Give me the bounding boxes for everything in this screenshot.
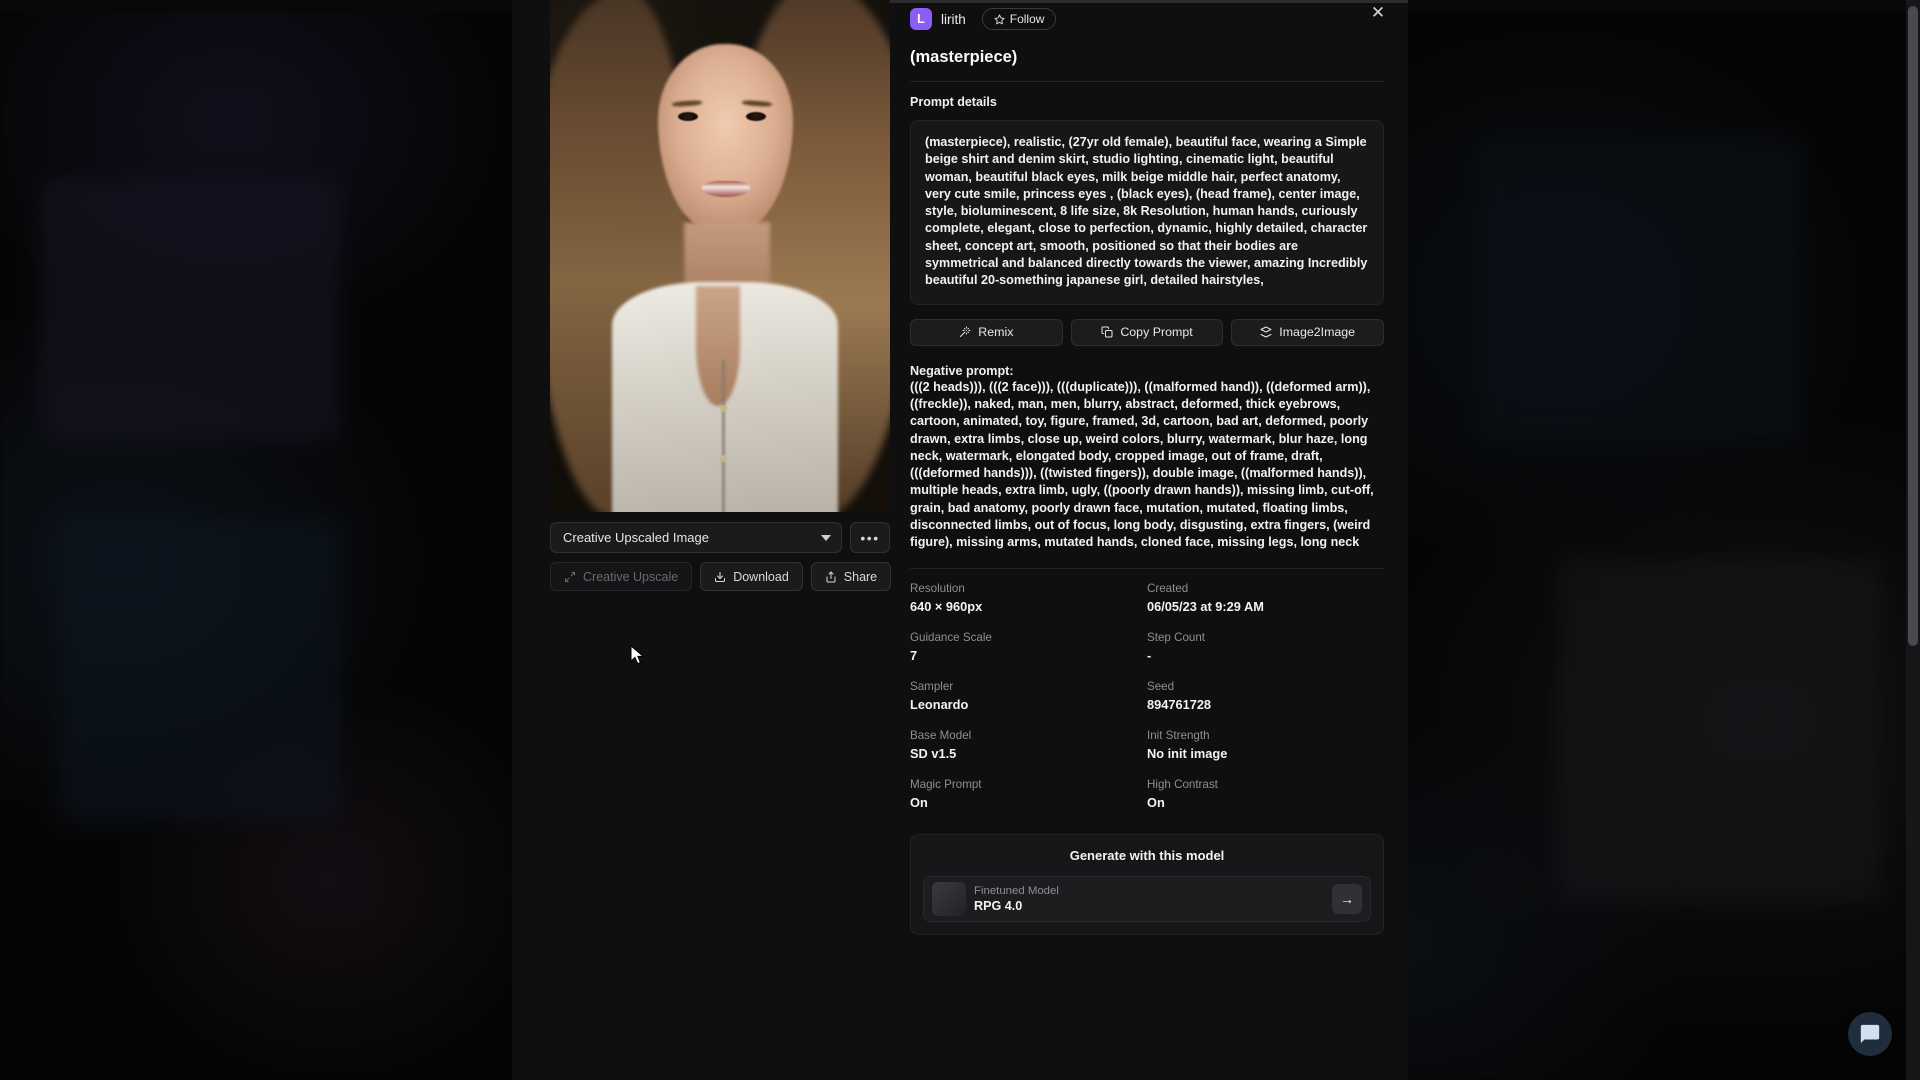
metadata-key: Magic Prompt [910,777,982,791]
follow-label: Follow [1009,12,1045,26]
metadata-key: Init Strength [1147,728,1210,742]
metadata-value: 640 × 960px [910,598,983,614]
prompt-actions: Remix Copy Prompt Image2Image [910,318,1385,346]
download-button[interactable]: Download [700,562,803,591]
mouth [702,181,750,197]
details-panel: ✕ L lirith Follow (masterpiece) Prompt d… [890,0,1408,1080]
metadata-item: Seed 894761728 [1147,680,1384,729]
metadata-item: Init Strength No init image [1147,729,1384,778]
creator-row: L lirith Follow [910,0,1384,32]
model-thumbnail [932,881,966,916]
share-icon [826,571,836,582]
negative-prompt-label: Negative prompt: [910,363,1014,378]
shirt-placket [722,360,725,512]
generate-with-model-card: Generate with this model Finetuned Model… [910,833,1384,935]
remix-label: Remix [978,325,1014,340]
eye-right [746,112,766,121]
metadata-key: Seed [1147,679,1175,693]
image2image-button[interactable]: Image2Image [1231,318,1385,346]
image-detail-modal: Creative Upscaled Image ••• Creative Ups… [512,0,1408,1080]
prompt-box[interactable]: (masterpiece), realistic, (27yr old fema… [910,120,1384,305]
metadata-item: Base Model SD v1.5 [910,729,1147,778]
metadata-value: SD v1.5 [910,745,957,761]
support-chat-button[interactable] [1848,1012,1892,1056]
negative-prompt-text: (((2 heads))), (((2 face))), (((duplicat… [910,379,1374,550]
follow-button[interactable]: Follow [981,8,1057,30]
image-controls: Creative Upscaled Image ••• Creative Ups… [550,522,892,591]
username[interactable]: lirith [941,12,966,27]
metadata-value: Leonardo [910,696,969,712]
metadata-value: On [1147,794,1165,810]
finetuned-model-row[interactable]: Finetuned Model RPG 4.0 → [923,875,1371,922]
page-scrollbar-thumb[interactable] [1908,6,1918,646]
metadata-key: Resolution [910,581,965,595]
layers-icon [1260,326,1272,338]
prompt-details-label: Prompt details [910,95,997,109]
model-key: Finetuned Model [974,884,1059,897]
metadata-key: Step Count [1147,630,1206,644]
metadata-item: Resolution 640 × 960px [910,582,1147,631]
metadata-key: Created [1147,581,1189,595]
copy-prompt-button[interactable]: Copy Prompt [1070,318,1224,346]
metadata-key: Guidance Scale [910,630,992,644]
metadata-item: Sampler Leonardo [910,680,1147,729]
star-icon [994,13,1005,24]
eye-left [678,112,698,121]
metadata-item: Guidance Scale 7 [910,631,1147,680]
upscale-icon [565,571,575,582]
metadata-value: 06/05/23 at 9:29 AM [1147,598,1264,614]
metadata-key: High Contrast [1147,777,1218,791]
page-scrollbar-track[interactable] [1906,0,1920,1080]
creative-upscale-button[interactable]: Creative Upscale [550,562,693,591]
shirt-button [720,405,727,412]
copy-prompt-label: Copy Prompt [1120,325,1193,340]
page-title: (masterpiece) [910,48,1018,66]
metadata-divider [910,567,1384,569]
remix-button[interactable]: Remix [910,318,1063,346]
prompt-text: (masterpiece), realistic, (27yr old fema… [925,135,1368,288]
download-label: Download [733,569,789,584]
chevron-down-icon [821,534,831,541]
image-column: Creative Upscaled Image ••• Creative Ups… [512,0,892,1080]
share-button[interactable]: Share [810,562,892,591]
creative-upscale-label: Creative Upscale [583,569,679,584]
generate-go-button[interactable]: → [1332,883,1362,914]
shirt-neckline [696,286,740,406]
generated-image[interactable] [550,0,890,512]
metadata-key: Base Model [910,728,972,742]
image2image-label: Image2Image [1279,325,1356,340]
shirt-button [720,455,727,462]
copy-icon [1101,326,1113,338]
metadata-key: Sampler [910,679,954,693]
metadata-value: - [1147,647,1152,663]
generate-title: Generate with this model [1069,847,1225,863]
metadata-value: On [910,794,928,810]
model-value: RPG 4.0 [974,898,1023,913]
more-options-label: ••• [860,529,880,546]
metadata-item: Magic Prompt On [910,778,1147,827]
chat-icon [1860,1024,1880,1044]
wand-icon [960,326,971,338]
metadata-item: High Contrast On [1147,778,1384,827]
metadata-value: 7 [910,647,918,663]
avatar[interactable]: L [910,8,932,30]
more-options-button[interactable]: ••• [850,522,890,553]
share-label: Share [843,569,878,584]
metadata-grid: Resolution 640 × 960px Created 06/05/23 … [910,582,1384,827]
close-button[interactable]: ✕ [1368,3,1388,23]
metadata-item: Step Count - [1147,631,1384,680]
upscale-variant-select[interactable]: Creative Upscaled Image [550,522,842,553]
metadata-item: Created 06/05/23 at 9:29 AM [1147,582,1384,631]
upscale-variant-value: Creative Upscaled Image [563,530,709,545]
metadata-value: 894761728 [1147,696,1212,712]
metadata-value: No init image [1147,745,1228,761]
title-divider [910,81,1384,82]
download-icon [715,571,726,582]
